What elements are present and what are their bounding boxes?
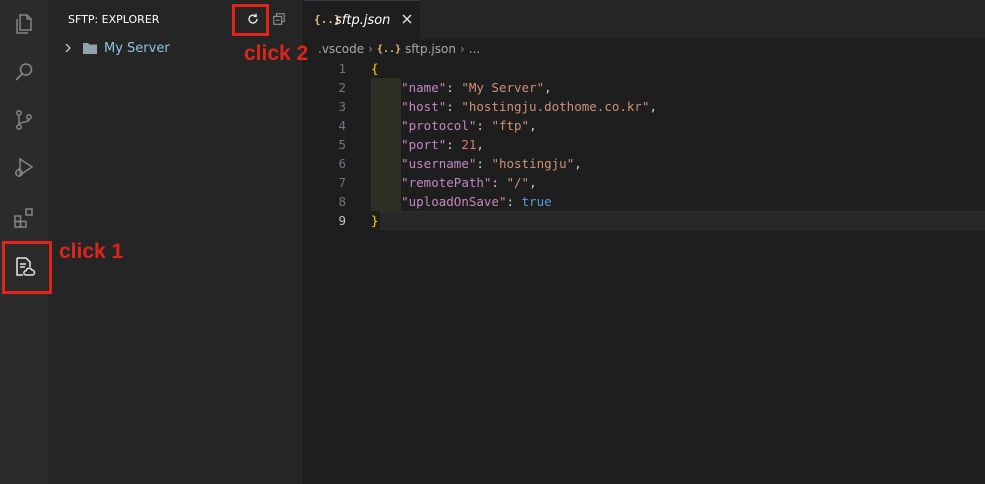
- collapse-all-icon[interactable]: [269, 9, 289, 29]
- code-area[interactable]: 1{2 "name": "My Server", 3 "host": "hosti…: [304, 59, 985, 484]
- chevron-right-icon: ›: [368, 42, 373, 56]
- source-control-icon[interactable]: [0, 96, 48, 144]
- line-number: 7: [338, 175, 346, 190]
- folder-icon: [83, 43, 97, 54]
- chevron-right-icon: ›: [459, 42, 465, 56]
- chevron-right-icon[interactable]: [62, 42, 74, 54]
- code-text: "port": 21,: [401, 137, 484, 152]
- explorer-icon[interactable]: [0, 0, 48, 48]
- code-line[interactable]: 6 "username": "hostingju",: [304, 154, 985, 173]
- line-number: 6: [338, 156, 346, 171]
- annotation-label-click-2: click 2: [244, 42, 309, 65]
- search-icon[interactable]: [0, 48, 48, 96]
- tree-item-label: My Server: [104, 40, 170, 56]
- line-number: 3: [338, 99, 346, 114]
- tab-strip: {..} sftp.json: [304, 0, 985, 40]
- code-line[interactable]: 1{: [304, 59, 985, 78]
- json-file-icon: {..}: [376, 43, 402, 55]
- annotation-box-click-2: [232, 4, 269, 36]
- code-text: "username": "hostingju",: [401, 156, 582, 171]
- current-line-highlight: [380, 211, 985, 230]
- breadcrumb-folder[interactable]: .vscode: [318, 42, 364, 56]
- code-line[interactable]: 9}: [304, 211, 985, 230]
- code-text: {: [371, 61, 379, 76]
- sidebar-title: SFTP: EXPLORER: [68, 13, 160, 26]
- code-text: }: [371, 213, 379, 228]
- code-line[interactable]: 2 "name": "My Server",: [304, 78, 985, 97]
- breadcrumb: .vscode › {..} sftp.json › ...: [318, 40, 480, 58]
- run-debug-icon[interactable]: [0, 144, 48, 192]
- editor: {..} sftp.json .vscode › {..} sftp.json …: [304, 0, 985, 484]
- annotation-label-click-1: click 1: [59, 240, 124, 263]
- code-line[interactable]: 8 "uploadOnSave": true: [304, 192, 985, 211]
- code-text: "host": "hostingju.dothome.co.kr",: [401, 99, 658, 114]
- code-line[interactable]: 5 "port": 21,: [304, 135, 985, 154]
- line-number: 1: [338, 61, 346, 76]
- code-line[interactable]: 4 "protocol": "ftp",: [304, 116, 985, 135]
- line-number: 9: [338, 213, 346, 228]
- line-number: 8: [338, 194, 346, 209]
- code-line[interactable]: 3 "host": "hostingju.dothome.co.kr",: [304, 97, 985, 116]
- annotation-box-click-1: [2, 241, 52, 294]
- code-text: "protocol": "ftp",: [401, 118, 537, 133]
- line-number: 2: [338, 80, 346, 95]
- code-text: "name": "My Server",: [401, 80, 552, 95]
- code-line[interactable]: 7 "remotePath": "/",: [304, 173, 985, 192]
- line-number: 4: [338, 118, 346, 133]
- breadcrumb-rest[interactable]: ...: [469, 42, 480, 56]
- close-icon[interactable]: [399, 11, 415, 27]
- breadcrumb-file[interactable]: sftp.json: [405, 42, 456, 56]
- code-text: "remotePath": "/",: [401, 175, 537, 190]
- tab-sftp-json[interactable]: {..} sftp.json: [304, 0, 420, 40]
- extensions-icon[interactable]: [0, 194, 48, 242]
- tab-label: sftp.json: [335, 13, 391, 28]
- line-number: 5: [338, 137, 346, 152]
- code-text: "uploadOnSave": true: [401, 194, 552, 209]
